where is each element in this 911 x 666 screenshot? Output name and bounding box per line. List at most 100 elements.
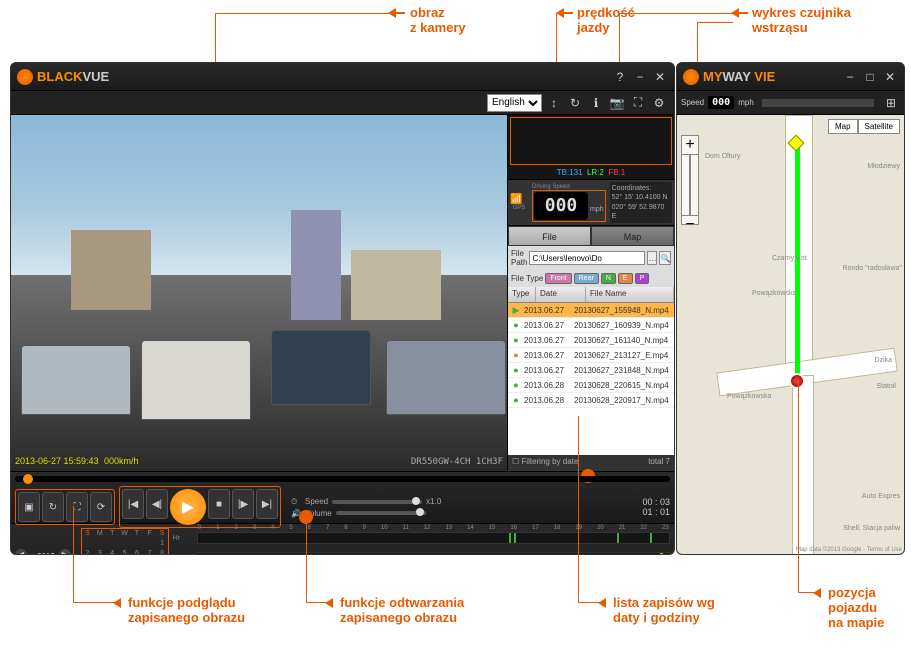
file-row[interactable]: ▶2013.06.2720130627_155948_N.mp4 — [508, 303, 674, 318]
year-next[interactable]: ▶ — [59, 549, 71, 556]
calendar-day[interactable]: 1 — [156, 539, 167, 548]
seek-handle[interactable] — [23, 474, 33, 484]
help-icon[interactable]: ? — [612, 69, 628, 85]
gps-icon: 📶 — [510, 194, 528, 205]
playback-bar: ▣ ↻ ⛶ ⟳ |◀ ◀| ▶ ■ |▶ ▶| ⏱ Speed x1.0 — [11, 471, 674, 523]
prev-file-button[interactable]: |◀ — [122, 489, 144, 519]
minimize-icon[interactable]: − — [632, 69, 648, 85]
map-minimize-icon[interactable]: − — [842, 69, 858, 85]
calendar-day[interactable]: 7 — [144, 549, 156, 555]
year-prev[interactable]: ◀ — [15, 549, 27, 556]
file-tabs: File Map — [508, 226, 674, 246]
tl-min-label: Min — [173, 555, 193, 556]
annotation-filelist: lista zapisów wg daty i godziny — [613, 595, 715, 625]
filter-row: File Type FrontRearNEP — [508, 270, 674, 287]
filter-p[interactable]: P — [635, 273, 650, 284]
calendar-day — [119, 539, 130, 548]
line — [73, 602, 115, 603]
calendar-day[interactable]: 5 — [119, 549, 130, 555]
timeline-minutes[interactable] — [197, 552, 670, 555]
map-type-map[interactable]: Map — [828, 119, 858, 134]
calendar-day[interactable]: 4 — [107, 549, 118, 555]
shock-labels: TB:131 LR:2 FB:1 — [508, 168, 674, 177]
map-type-satellite[interactable]: Satellite — [858, 119, 900, 134]
file-list-header: Type Date File Name — [508, 287, 674, 303]
stop-button[interactable]: ■ — [208, 489, 230, 519]
speed-slider[interactable] — [332, 500, 422, 504]
timeline-hours[interactable]: 01234567891011121314151617181920212223 — [197, 532, 670, 544]
tab-map[interactable]: Map — [591, 226, 674, 246]
file-date: 2013.06.27 — [524, 321, 574, 330]
arrow — [395, 12, 405, 14]
hour-tick: 2 — [234, 525, 237, 531]
map-brand: MYWAY VIE — [703, 69, 775, 84]
map-area[interactable]: Map Satellite + − Dom Oltury Młodziewy C… — [677, 115, 904, 555]
file-row[interactable]: ●2013.06.2720130627_231848_N.mp4 — [508, 363, 674, 378]
arrow-head — [325, 598, 333, 608]
file-row[interactable]: ●2013.06.2820130628_220615_N.mp4 — [508, 378, 674, 393]
map-close-icon[interactable]: ✕ — [882, 69, 898, 85]
filter-n[interactable]: N — [601, 273, 616, 284]
map-maximize-icon[interactable]: □ — [862, 69, 878, 85]
browse-button[interactable]: … — [647, 251, 657, 265]
step-back-button[interactable]: ◀| — [146, 489, 168, 519]
calendar-day[interactable]: 8 — [156, 549, 167, 555]
annotation-shock: wykres czujnika wstrząsu — [752, 5, 851, 35]
file-footer: ☐ Filtering by date total 7 — [508, 455, 674, 471]
search-icon[interactable]: 🔍 — [659, 251, 671, 265]
toolbar-icon-4[interactable]: ⚙ — [650, 94, 668, 112]
hour-tick: 15 — [489, 525, 496, 531]
play-button[interactable]: ▶ — [170, 489, 206, 525]
path-input[interactable] — [529, 251, 645, 265]
arrow-head — [813, 588, 821, 598]
hour-tick: 11 — [403, 525, 409, 531]
toolbar-icon-2[interactable]: 📷 — [608, 94, 626, 112]
file-row[interactable]: ●2013.06.2720130627_160939_N.mp4 — [508, 318, 674, 333]
file-path-row: File Path … 🔍 — [508, 246, 674, 270]
hour-tick: 1 — [216, 525, 219, 531]
filter-front[interactable]: Front — [545, 273, 571, 284]
map-window: MYWAY VIE − □ ✕ Speed 000 mph ⊞ Map Sate… — [676, 62, 905, 555]
rotate-button[interactable]: ↻ — [42, 492, 64, 522]
toolbar-icon-0[interactable]: ↻ — [566, 94, 584, 112]
speed-slider-value: x1.0 — [426, 497, 441, 506]
volume-slider[interactable] — [336, 511, 426, 515]
language-select[interactable]: English — [487, 94, 542, 112]
map-settings-icon[interactable]: ⊞ — [882, 94, 900, 112]
file-name: 20130627_160939_N.mp4 — [574, 321, 674, 330]
calendar-day[interactable]: 6 — [131, 549, 142, 555]
fullscreen-button[interactable]: ⛶ — [66, 492, 88, 522]
building — [71, 230, 151, 310]
file-row[interactable]: ●2013.06.2820130628_220917_N.mp4 — [508, 393, 674, 408]
hour-tick: 16 — [510, 525, 517, 531]
toolbar-icon-3[interactable]: ⛶ — [629, 94, 647, 112]
file-row[interactable]: ●2013.06.2720130627_213127_E.mp4 — [508, 348, 674, 363]
hour-tick: 8 — [344, 525, 347, 531]
coordinates: Coordinates: 52° 15' 10.4100 N 020° 59' … — [610, 182, 672, 222]
dot-playback — [299, 510, 313, 524]
hour-tick: 17 — [532, 525, 539, 531]
calendar-day[interactable]: 2 — [82, 549, 93, 555]
toolbar-icon-1[interactable]: ℹ — [587, 94, 605, 112]
next-file-button[interactable]: ▶| — [256, 489, 278, 519]
refresh-button[interactable]: ⟳ — [90, 492, 112, 522]
hour-tick: 6 — [308, 525, 311, 531]
flip-icon[interactable]: ↕ — [545, 94, 563, 112]
zoom-in-icon[interactable]: + — [682, 136, 698, 155]
capture-button[interactable]: ▣ — [18, 492, 40, 522]
arrow-head — [556, 8, 564, 18]
seek-bar[interactable] — [15, 476, 670, 482]
file-row[interactable]: ●2013.06.2720130627_161140_N.mp4 — [508, 333, 674, 348]
filter-e[interactable]: E — [618, 273, 633, 284]
map-zoom-control[interactable]: + − — [681, 135, 699, 225]
file-name: 20130627_161140_N.mp4 — [574, 336, 674, 345]
calendar-day[interactable]: 3 — [94, 549, 105, 555]
step-fwd-button[interactable]: |▶ — [232, 489, 254, 519]
calendar[interactable]: SMTWTFS123456789101112131415161718192021… — [81, 528, 169, 555]
file-type-icon: ● — [508, 395, 524, 405]
zoom-out-icon[interactable]: − — [682, 215, 698, 234]
tab-file[interactable]: File — [508, 226, 591, 246]
arrow — [563, 12, 573, 14]
filter-rear[interactable]: Rear — [574, 273, 599, 284]
close-icon[interactable]: ✕ — [652, 69, 668, 85]
